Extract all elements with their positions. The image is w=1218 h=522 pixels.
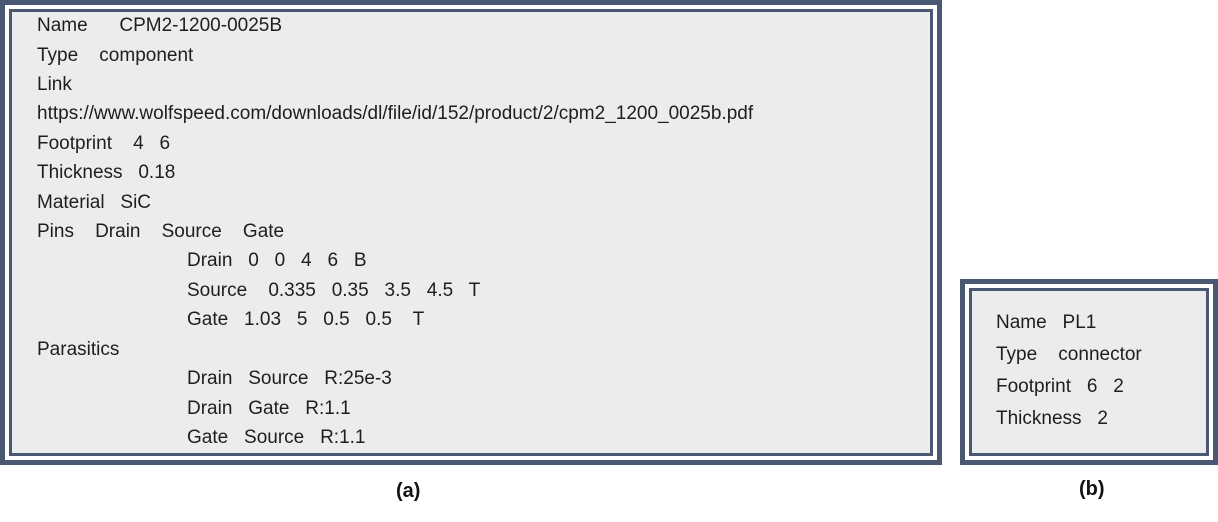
panel-a-parasitics-label: Parasitics [37, 339, 120, 360]
panel-a-pin-drain: Drain 0 0 4 6 B [187, 250, 367, 271]
panel-a-name-line: Name CPM2-1200-0025B [37, 15, 283, 36]
panel-a-footprint-line: Footprint 4 6 [37, 133, 171, 154]
panel-a-pins-line: Pins Drain Source Gate [37, 221, 285, 242]
panel-a-type-line: Type component [37, 45, 194, 66]
panel-a-parasitic-drain-source: Drain Source R:25e-3 [187, 368, 392, 389]
panel-a-link-url: https://www.wolfspeed.com/downloads/dl/f… [37, 103, 754, 124]
panel-b-footprint-line: Footprint 6 2 [996, 376, 1124, 397]
panel-a-material-line: Material SiC [37, 192, 152, 213]
panel-b-thickness-line: Thickness 2 [996, 408, 1108, 429]
panel-a-link-label: Link [37, 74, 72, 95]
panel-a-thickness-line: Thickness 0.18 [37, 162, 176, 183]
panel-a-pin-source: Source 0.335 0.35 3.5 4.5 T [187, 280, 481, 301]
panel-a-pin-gate: Gate 1.03 5 0.5 0.5 T [187, 309, 425, 330]
panel-a-parasitic-drain-gate: Drain Gate R:1.1 [187, 398, 351, 419]
panel-b-type-line: Type connector [996, 344, 1142, 365]
panel-a-caption: (a) [396, 480, 421, 502]
panel-a-parasitic-gate-source: Gate Source R:1.1 [187, 427, 366, 448]
panel-b-caption: (b) [1079, 478, 1105, 500]
panel-b-name-line: Name PL1 [996, 312, 1097, 333]
